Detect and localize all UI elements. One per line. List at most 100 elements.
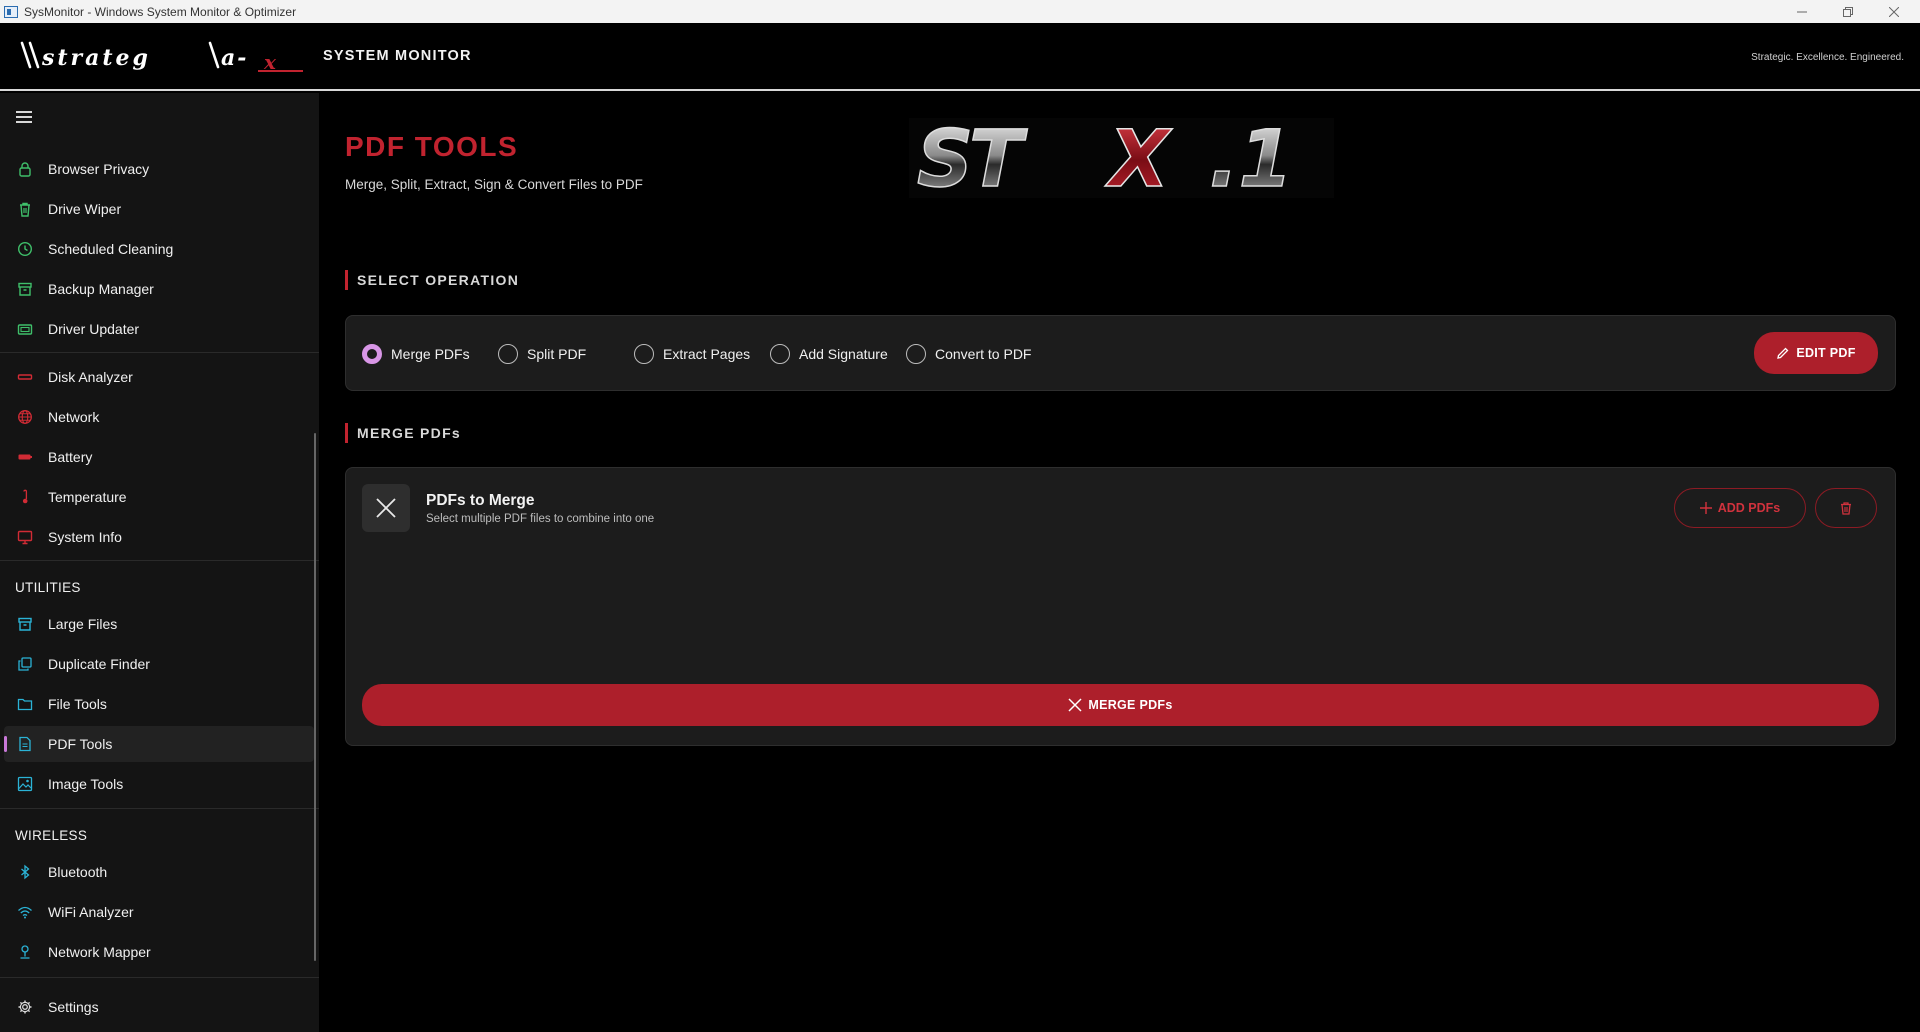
lock-icon [16,160,34,178]
radio-indicator [906,344,926,364]
sidebar-item-wifi-analyzer[interactable]: WiFi Analyzer [4,894,314,930]
sidebar-item-label: Disk Analyzer [48,369,133,385]
archive-icon [16,280,34,298]
stx1-banner-logo: ST X .1 [909,118,1334,198]
radio-label: Extract Pages [663,346,751,362]
merge-pdfs-label: MERGE PDFs [1088,698,1173,712]
sidebar-item-label: Driver Updater [48,321,140,337]
sidebar-scrollbar[interactable] [314,433,316,961]
minimize-button[interactable] [1780,0,1824,23]
sidebar-item-drive-wiper[interactable]: Drive Wiper [4,191,314,227]
minimize-icon [1797,11,1807,12]
sidebar-item-label: Network [48,409,100,425]
close-button[interactable] [1872,0,1916,23]
main-content: PDF TOOLS Merge, Split, Extract, Sign & … [319,93,1920,1032]
pencil-icon [1777,347,1789,359]
sidebar-item-temperature[interactable]: Temperature [4,479,314,515]
radio-indicator [770,344,790,364]
clock-icon [16,240,34,258]
sidebar-item-label: File Tools [48,696,107,712]
edit-pdf-label: EDIT PDF [1796,346,1856,360]
folder-icon [16,695,34,713]
sidebar-item-driver-updater[interactable]: Driver Updater [4,311,314,347]
sidebar-item-file-tools[interactable]: File Tools [4,686,314,722]
pdfs-to-merge-title: PDFs to Merge [426,492,535,509]
sidebar-item-backup-manager[interactable]: Backup Manager [4,271,314,307]
sidebar-divider [0,352,319,353]
close-icon [1889,6,1899,17]
hamburger-menu-icon[interactable] [16,111,32,123]
add-pdfs-button[interactable]: ADD PDFs [1674,488,1806,528]
sidebar-item-scheduled-cleaning[interactable]: Scheduled Cleaning [4,231,314,267]
thermometer-icon [16,488,34,506]
sidebar-item-label: Scheduled Cleaning [48,241,174,257]
sidebar-item-disk-analyzer[interactable]: Disk Analyzer [4,359,314,395]
sidebar-item-label: Drive Wiper [48,201,122,217]
battery-icon [16,448,34,466]
radio-convert-to-pdf[interactable]: Convert to PDF [906,343,1031,365]
radio-extract-pages[interactable]: Extract Pages [634,343,750,365]
trash-icon [1841,502,1851,515]
sidebar-item-network[interactable]: Network [4,399,314,435]
strategia-x-logo: strateg a- x [20,41,303,73]
svg-text:strateg: strateg [41,45,151,71]
tagline: Strategic. Excellence. Engineered. [1751,52,1904,63]
svg-text:X: X [1105,118,1173,198]
add-pdfs-label: ADD PDFs [1717,501,1781,515]
edit-pdf-button[interactable]: EDIT PDF [1754,332,1878,374]
sidebar-item-label: WiFi Analyzer [48,904,134,920]
sidebar-item-bluetooth[interactable]: Bluetooth [4,854,314,890]
radio-label: Add Signature [799,346,888,362]
sidebar-item-label: Battery [48,449,93,465]
radio-merge-pdfs[interactable]: Merge PDFs [362,343,470,365]
clear-list-button[interactable] [1815,488,1877,528]
operation-selector-card: Merge PDFs Split PDF Extract Pages Add S… [345,315,1896,391]
radio-label: Convert to PDF [935,346,1032,362]
sidebar-item-settings[interactable]: Settings [4,989,314,1025]
sidebar-item-label: Network Mapper [48,944,151,960]
merge-pdfs-heading: MERGE PDFs [345,423,461,443]
sidebar-item-label: Backup Manager [48,281,154,297]
sidebar-item-battery[interactable]: Battery [4,439,314,475]
sidebar-item-system-info[interactable]: System Info [4,519,314,555]
window-titlebar: SysMonitor - Windows System Monitor & Op… [0,0,1920,23]
radio-indicator [634,344,654,364]
wifi-icon [16,903,34,921]
globe-icon [16,408,34,426]
sidebar-item-browser-privacy[interactable]: Browser Privacy [4,151,314,187]
sidebar-divider [0,560,319,561]
sidebar-section-wireless: WIRELESS [15,828,88,843]
app-header: strateg a- x SYSTEM MONITOR Strategic. E… [0,23,1920,91]
merge-pdfs-button[interactable]: MERGE PDFs [362,684,1879,726]
radio-add-signature[interactable]: Add Signature [770,343,888,365]
sidebar-item-duplicate-finder[interactable]: Duplicate Finder [4,646,314,682]
sidebar: Browser Privacy Drive Wiper Scheduled Cl… [0,93,319,1032]
restore-icon [1843,6,1853,17]
app-window-icon [4,5,18,18]
plus-icon [1699,502,1712,514]
sidebar-item-image-tools[interactable]: Image Tools [4,766,314,802]
svg-text:.1: .1 [1209,118,1293,198]
app-name: SYSTEM MONITOR [323,48,472,64]
close-x-icon [376,498,396,518]
pdf-icon [16,735,34,753]
radio-split-pdf[interactable]: Split PDF [498,343,586,365]
window-title: SysMonitor - Windows System Monitor & Op… [24,4,297,19]
svg-text:ST: ST [917,118,1028,198]
close-x-icon [1068,698,1082,712]
sidebar-item-label: Browser Privacy [48,161,150,177]
sidebar-item-large-files[interactable]: Large Files [4,606,314,642]
image-icon [16,775,34,793]
restore-button[interactable] [1826,0,1870,23]
sidebar-item-pdf-tools[interactable]: PDF Tools [4,726,314,762]
merge-file-icon [362,484,410,532]
chip-icon [16,320,34,338]
sidebar-item-network-mapper[interactable]: Network Mapper [4,934,314,970]
trash-icon [16,200,34,218]
radio-label: Split PDF [527,346,587,362]
sidebar-item-label: Duplicate Finder [48,656,150,672]
pin-icon [16,943,34,961]
merge-pdfs-card: PDFs to Merge Select multiple PDF files … [345,467,1896,746]
select-operation-heading: SELECT OPERATION [345,270,519,290]
sidebar-item-label: Large Files [48,616,118,632]
